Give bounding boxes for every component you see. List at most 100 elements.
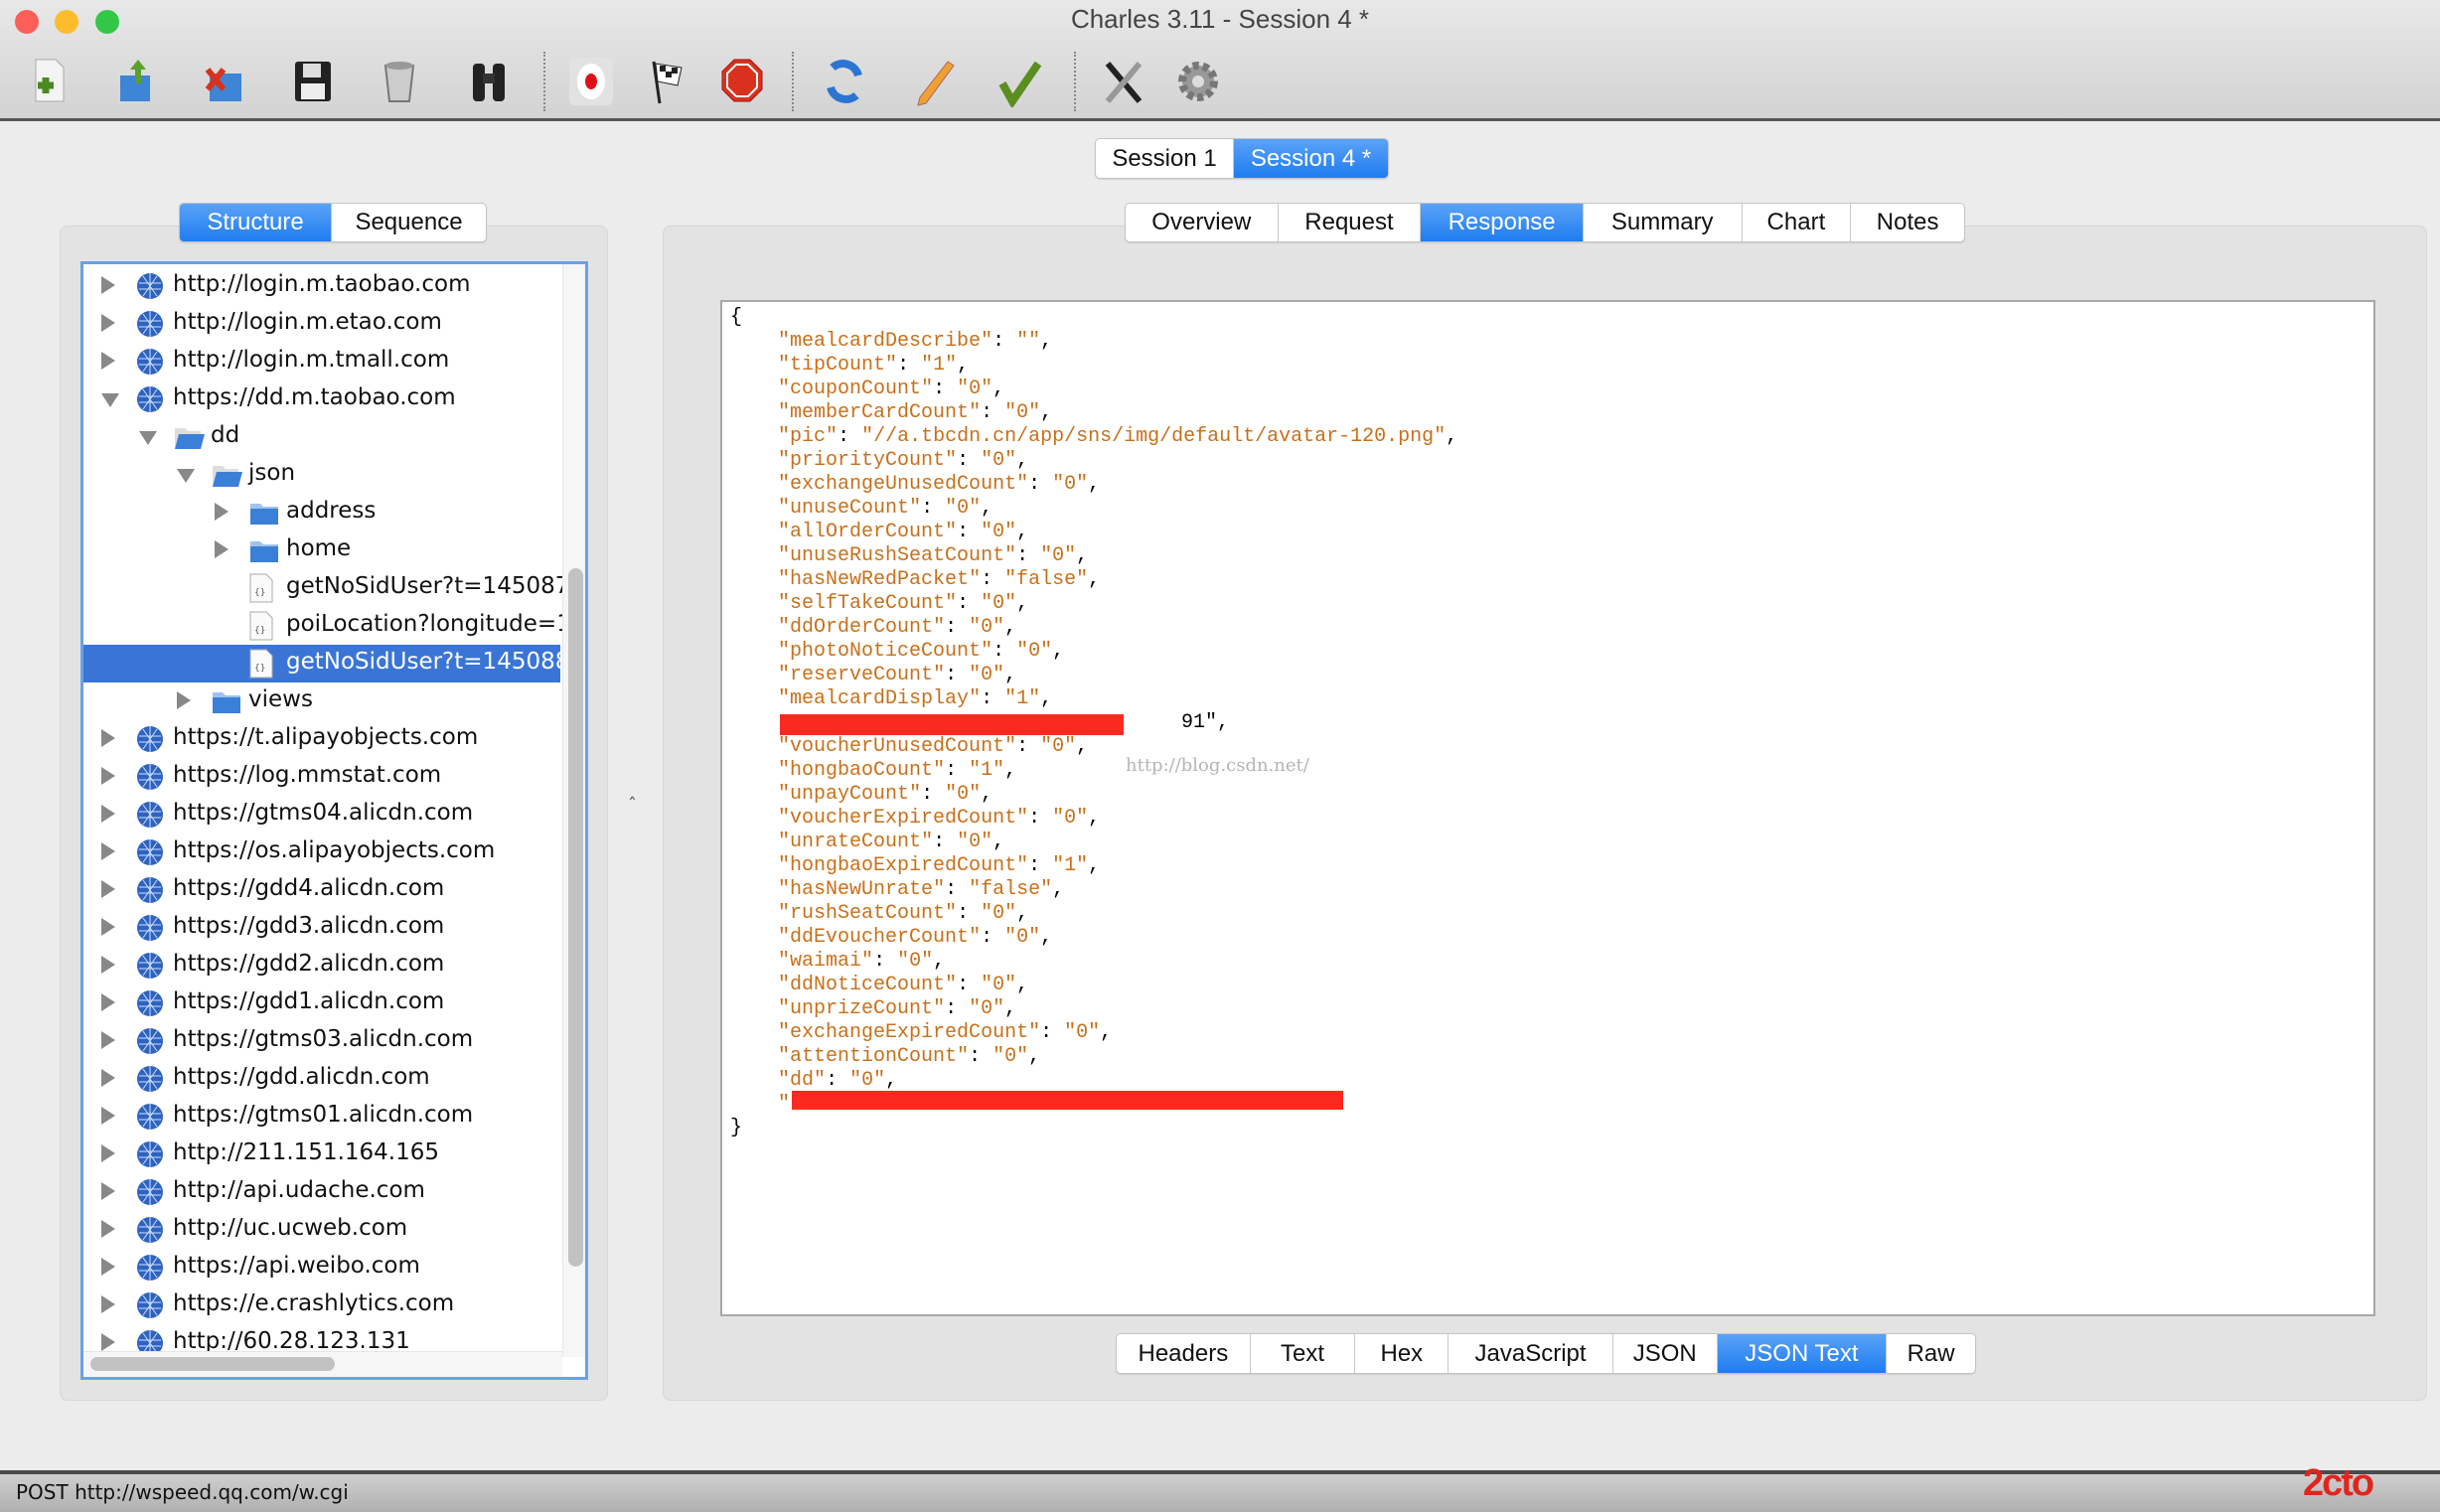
tab-hex[interactable]: Hex — [1355, 1334, 1449, 1373]
vertical-scrollbar-thumb[interactable] — [568, 568, 583, 1267]
tree-host-item[interactable]: https://gtms03.alicdn.com — [83, 1022, 560, 1060]
tree-host-item[interactable]: http://211.151.164.165 — [83, 1135, 560, 1173]
disclosure-collapsed-icon[interactable] — [101, 1031, 115, 1049]
json-file-icon: {} — [248, 573, 278, 603]
tree-host-item[interactable]: http://login.m.taobao.com — [83, 267, 560, 305]
tree-host-item[interactable]: https://gdd4.alicdn.com — [83, 871, 560, 909]
tab-session-1[interactable]: Session 1 — [1096, 139, 1235, 178]
disclosure-collapsed-icon[interactable] — [101, 1144, 115, 1162]
disclosure-collapsed-icon[interactable] — [101, 842, 115, 860]
tree-file-item[interactable]: {} getNoSidUser?t=145088 — [83, 645, 569, 682]
tab-chart[interactable]: Chart — [1743, 204, 1852, 241]
edit-pencil-button[interactable] — [908, 56, 960, 107]
disclosure-collapsed-icon[interactable] — [101, 1258, 115, 1276]
disclosure-collapsed-icon[interactable] — [101, 352, 115, 370]
tree-folder-item[interactable]: json — [83, 456, 560, 494]
disclosure-collapsed-icon[interactable] — [215, 503, 229, 521]
tree-host-item[interactable]: https://api.weibo.com — [83, 1249, 560, 1286]
tree-host-item[interactable]: http://login.m.etao.com — [83, 305, 560, 343]
tree-host-item[interactable]: https://gtms04.alicdn.com — [83, 796, 560, 833]
disclosure-collapsed-icon[interactable] — [101, 1107, 115, 1125]
disclosure-collapsed-icon[interactable] — [177, 691, 191, 709]
tree-folder-item[interactable]: dd — [83, 418, 560, 456]
disclosure-collapsed-icon[interactable] — [101, 1333, 115, 1351]
tree-folder-item[interactable]: address — [83, 494, 560, 531]
save-button[interactable] — [287, 56, 339, 107]
tree-host-item[interactable]: http://uc.ucweb.com — [83, 1211, 560, 1249]
disclosure-collapsed-icon[interactable] — [101, 805, 115, 823]
tree-host-item[interactable]: https://dd.m.taobao.com — [83, 380, 560, 418]
vertical-scrollbar[interactable] — [562, 264, 585, 1357]
tools-button[interactable] — [1098, 56, 1149, 107]
tab-request[interactable]: Request — [1279, 204, 1422, 241]
record-button[interactable] — [565, 56, 617, 107]
validate-check-button[interactable] — [994, 56, 1046, 107]
tree-host-item[interactable]: https://t.alipayobjects.com — [83, 720, 560, 758]
disclosure-collapsed-icon[interactable] — [101, 993, 115, 1011]
tree-host-item[interactable]: https://e.crashlytics.com — [83, 1286, 560, 1324]
tree-host-item[interactable]: https://gdd.alicdn.com — [83, 1060, 560, 1098]
tree-file-item[interactable]: {} poiLocation?longitude=1 — [83, 607, 571, 645]
throttle-flag-button[interactable] — [642, 56, 693, 107]
disclosure-collapsed-icon[interactable] — [101, 767, 115, 785]
tree-host-item[interactable]: https://gdd2.alicdn.com — [83, 947, 560, 984]
new-session-button[interactable] — [24, 56, 76, 107]
disclosure-expanded-icon[interactable] — [139, 431, 157, 445]
tree-folder-item[interactable]: views — [83, 682, 560, 720]
tab-sequence[interactable]: Sequence — [332, 204, 486, 241]
split-pane-divider-handle-icon[interactable]: ˆ — [628, 795, 637, 816]
disclosure-collapsed-icon[interactable] — [101, 276, 115, 294]
repeat-refresh-button[interactable] — [819, 56, 870, 107]
tab-headers[interactable]: Headers — [1117, 1334, 1251, 1373]
disclosure-collapsed-icon[interactable] — [101, 729, 115, 747]
clear-trash-button[interactable] — [374, 56, 425, 107]
tab-text[interactable]: Text — [1251, 1334, 1356, 1373]
tab-structure[interactable]: Structure — [180, 204, 333, 241]
disclosure-collapsed-icon[interactable] — [101, 918, 115, 936]
tree-host-item[interactable]: https://os.alipayobjects.com — [83, 833, 560, 871]
tree-item-label: https://api.weibo.com — [173, 1253, 420, 1279]
horizontal-scrollbar-thumb[interactable] — [90, 1357, 335, 1371]
disclosure-collapsed-icon[interactable] — [101, 880, 115, 898]
disclosure-collapsed-icon[interactable] — [101, 1295, 115, 1313]
tree-host-item[interactable]: https://gdd3.alicdn.com — [83, 909, 560, 947]
tree-folder-item[interactable]: home — [83, 531, 560, 569]
close-session-button[interactable] — [200, 56, 251, 107]
disclosure-collapsed-icon[interactable] — [101, 1182, 115, 1200]
horizontal-scrollbar[interactable] — [83, 1351, 562, 1377]
tab-response[interactable]: Response — [1421, 204, 1584, 241]
disclosure-expanded-icon[interactable] — [101, 393, 119, 407]
tab-json-text[interactable]: JSON Text — [1717, 1334, 1888, 1373]
json-line: "couponCount": "0", — [778, 378, 1005, 400]
disclosure-collapsed-icon[interactable] — [101, 1069, 115, 1087]
globe-icon — [135, 1253, 165, 1283]
open-session-button[interactable] — [112, 56, 164, 107]
json-value: 1 — [981, 759, 993, 782]
find-binoculars-button[interactable] — [463, 56, 515, 107]
settings-gear-button[interactable] — [1172, 56, 1224, 107]
tree-host-item[interactable]: http://login.m.tmall.com — [83, 343, 560, 380]
tab-notes[interactable]: Notes — [1851, 204, 1964, 241]
disclosure-expanded-icon[interactable] — [177, 469, 195, 483]
tree-host-item[interactable]: https://gdd1.alicdn.com — [83, 984, 560, 1022]
json-text-view[interactable]: { "mealcardDescribe": "", "tipCount": "1… — [720, 300, 2375, 1316]
tree-host-item[interactable]: https://log.mmstat.com — [83, 758, 560, 796]
tree-file-item[interactable]: {} getNoSidUser?t=145087 — [83, 569, 569, 607]
tree-host-item[interactable]: https://gtms01.alicdn.com — [83, 1098, 560, 1135]
json-value: 0 — [957, 783, 970, 806]
disclosure-collapsed-icon[interactable] — [101, 314, 115, 332]
json-line: "voucherExpiredCount": "0", — [778, 807, 1101, 830]
tab-overview[interactable]: Overview — [1126, 204, 1279, 241]
tab-javascript[interactable]: JavaScript — [1449, 1334, 1613, 1373]
tree-host-item[interactable]: http://api.udache.com — [83, 1173, 560, 1211]
tab-raw[interactable]: Raw — [1887, 1334, 1975, 1373]
breakpoints-stop-button[interactable] — [716, 56, 768, 107]
view-mode-tabs: Structure Sequence — [179, 203, 487, 242]
disclosure-collapsed-icon[interactable] — [101, 1220, 115, 1238]
disclosure-collapsed-icon[interactable] — [215, 540, 229, 558]
tab-json[interactable]: JSON — [1613, 1334, 1718, 1373]
disclosure-collapsed-icon[interactable] — [101, 956, 115, 974]
tab-session-4[interactable]: Session 4 * — [1234, 139, 1388, 178]
structure-tree[interactable]: http://login.m.taobao.com http://login.m.… — [80, 261, 588, 1380]
tab-summary[interactable]: Summary — [1584, 204, 1743, 241]
